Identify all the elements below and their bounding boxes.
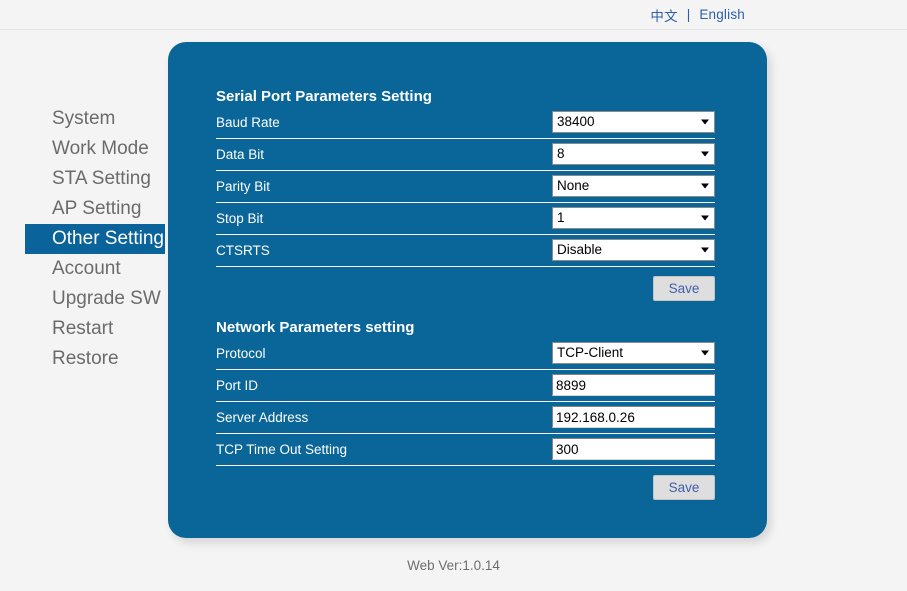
select-baud-rate[interactable]: 38400 xyxy=(552,111,715,133)
input-tcp-time-out-setting[interactable] xyxy=(552,438,715,460)
sidebar-item-restore[interactable]: Restore xyxy=(0,344,168,374)
field-label-data-bit: Data Bit xyxy=(216,147,265,162)
network-save-button[interactable]: Save xyxy=(653,475,715,500)
select-holder: 38400 xyxy=(552,111,715,133)
field-container xyxy=(552,438,715,460)
language-bar: 中文 | English xyxy=(0,0,907,30)
sidebar-item-restart[interactable]: Restart xyxy=(0,314,168,344)
field-container: 8 xyxy=(552,143,715,165)
sidebar-item-sta-setting[interactable]: STA Setting xyxy=(0,164,168,194)
field-label-baud-rate: Baud Rate xyxy=(216,115,280,130)
sidebar-item-account[interactable]: Account xyxy=(0,254,168,284)
sidebar-item-ap-setting[interactable]: AP Setting xyxy=(0,194,168,224)
input-port-id[interactable] xyxy=(552,374,715,396)
settings-panel: Serial Port Parameters Setting Baud Rate… xyxy=(168,42,767,538)
field-container: 38400 xyxy=(552,111,715,133)
panel-content: Serial Port Parameters Setting Baud Rate… xyxy=(216,88,715,507)
form-row: CTSRTS Disable xyxy=(216,235,715,267)
field-label-protocol: Protocol xyxy=(216,346,266,361)
input-server-address[interactable] xyxy=(552,406,715,428)
field-label-tcp-time-out-setting: TCP Time Out Setting xyxy=(216,442,348,457)
field-label-ctsrts: CTSRTS xyxy=(216,243,270,258)
network-button-row: Save xyxy=(216,466,715,507)
web-version-label: Web Ver:1.0.14 xyxy=(407,558,500,573)
sidebar-item-other-setting[interactable]: Other Setting xyxy=(25,224,165,254)
sidebar-item-label: AP Setting xyxy=(52,198,142,219)
field-container xyxy=(552,406,715,428)
field-container xyxy=(552,374,715,396)
select-data-bit[interactable]: 8 xyxy=(552,143,715,165)
serial-form-table: Baud Rate 38400 Data Bit 8 Parity Bit None Sto… xyxy=(216,107,715,267)
field-label-parity-bit: Parity Bit xyxy=(216,179,271,194)
select-holder: Disable xyxy=(552,239,715,261)
sidebar-item-label: System xyxy=(52,108,116,129)
field-label-port-id: Port ID xyxy=(216,378,259,393)
field-container: Disable xyxy=(552,239,715,261)
sidebar-item-label: Restore xyxy=(52,348,119,369)
select-ctsrts[interactable]: Disable xyxy=(552,239,715,261)
field-label-stop-bit: Stop Bit xyxy=(216,211,264,226)
language-separator: | xyxy=(686,7,691,22)
serial-button-row: Save xyxy=(216,267,715,308)
form-row: Baud Rate 38400 xyxy=(216,107,715,139)
select-parity-bit[interactable]: None xyxy=(552,175,715,197)
sidebar-item-label: Upgrade SW xyxy=(52,288,161,309)
form-row: Stop Bit 1 xyxy=(216,203,715,235)
network-section-title: Network Parameters setting xyxy=(216,319,415,336)
sidebar-item-label: Work Mode xyxy=(52,138,149,159)
form-row: Port ID xyxy=(216,370,715,402)
select-holder: 1 xyxy=(552,207,715,229)
serial-save-button[interactable]: Save xyxy=(653,276,715,301)
field-container: None xyxy=(552,175,715,197)
footer: Web Ver:1.0.14 xyxy=(0,558,907,573)
form-row: TCP Time Out Setting xyxy=(216,434,715,466)
form-row: Data Bit 8 xyxy=(216,139,715,171)
sidebar-item-label: STA Setting xyxy=(52,168,151,189)
sidebar-item-upgrade-sw[interactable]: Upgrade SW xyxy=(0,284,168,314)
sidebar-item-work-mode[interactable]: Work Mode xyxy=(0,134,168,164)
language-link-english[interactable]: English xyxy=(699,7,745,22)
select-stop-bit[interactable]: 1 xyxy=(552,207,715,229)
field-label-server-address: Server Address xyxy=(216,410,309,425)
serial-section-title: Serial Port Parameters Setting xyxy=(216,88,432,105)
select-holder: TCP-Client xyxy=(552,342,715,364)
select-protocol[interactable]: TCP-Client xyxy=(552,342,715,364)
form-row: Server Address xyxy=(216,402,715,434)
sidebar-nav: System Work Mode STA Setting AP Setting Othe… xyxy=(0,104,168,374)
form-row: Parity Bit None xyxy=(216,171,715,203)
sidebar-item-label: Restart xyxy=(52,318,114,339)
field-container: 1 xyxy=(552,207,715,229)
select-holder: 8 xyxy=(552,143,715,165)
network-form-table: Protocol TCP-Client Port ID Server Address T… xyxy=(216,338,715,466)
field-container: TCP-Client xyxy=(552,342,715,364)
sidebar-item-label: Other Setting xyxy=(52,228,164,249)
language-link-chinese[interactable]: 中文 xyxy=(650,5,677,25)
form-row: Protocol TCP-Client xyxy=(216,338,715,370)
sidebar-item-label: Account xyxy=(52,258,121,279)
select-holder: None xyxy=(552,175,715,197)
sidebar-item-system[interactable]: System xyxy=(0,104,168,134)
